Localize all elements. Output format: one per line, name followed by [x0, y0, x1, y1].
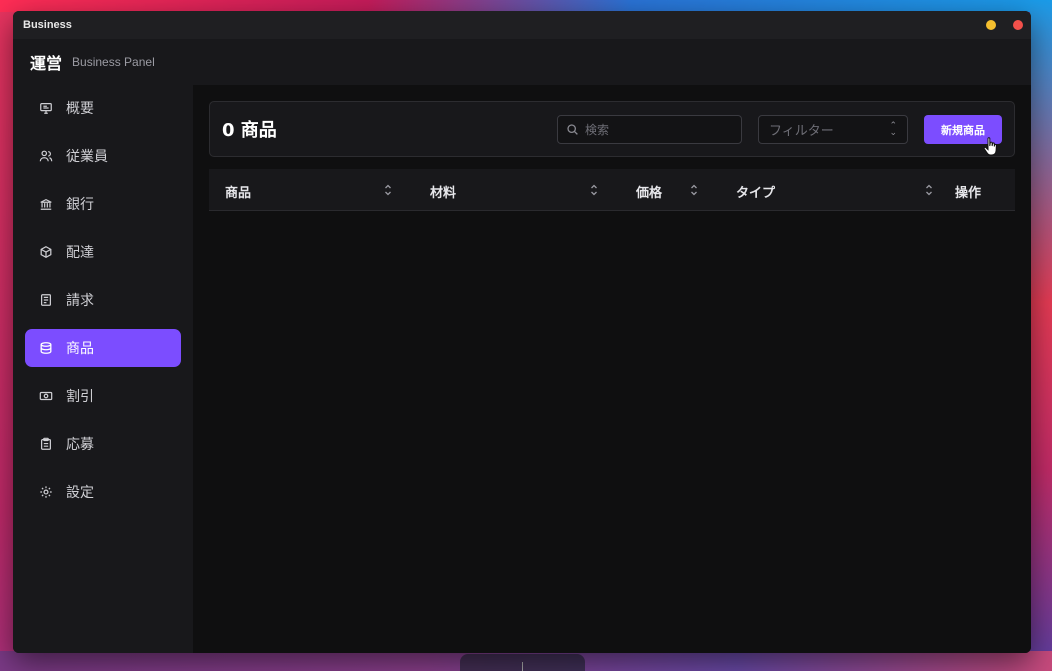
- column-header-type[interactable]: タイプ: [736, 182, 775, 201]
- app-header: 運営 Business Panel: [13, 39, 1031, 85]
- database-icon: [39, 341, 53, 355]
- product-count-title: 0 商品: [222, 120, 277, 141]
- sidebar-item-label: 割引: [66, 389, 94, 405]
- column-header-materials[interactable]: 材料: [430, 182, 456, 201]
- hand-cursor-icon: [983, 137, 997, 156]
- close-button[interactable]: [1013, 20, 1023, 30]
- clipboard-icon: [39, 437, 53, 451]
- sort-icon[interactable]: [590, 183, 598, 197]
- sidebar-item-label: 配達: [66, 245, 94, 261]
- window-controls: [986, 20, 1023, 30]
- package-icon: [39, 245, 53, 259]
- sidebar-item-employees[interactable]: 従業員: [25, 137, 181, 175]
- search-icon: [566, 123, 579, 136]
- sidebar-item-delivery[interactable]: 配達: [25, 233, 181, 271]
- sidebar-item-label: 銀行: [66, 197, 94, 213]
- users-icon: [39, 149, 53, 163]
- column-header-product[interactable]: 商品: [225, 182, 251, 201]
- sort-icon[interactable]: [690, 183, 698, 197]
- sidebar-item-bank[interactable]: 銀行: [25, 185, 181, 223]
- bank-icon: [39, 197, 53, 211]
- table-header: 商品 材料 価格 タイプ 操作: [209, 169, 1015, 211]
- sidebar-item-overview[interactable]: 概要: [25, 89, 181, 127]
- products-toolbar: 0 商品 フィルター ⌃⌄ 新規商品: [209, 101, 1015, 157]
- sidebar-item-billing[interactable]: 請求: [25, 281, 181, 319]
- filter-placeholder: フィルター: [769, 124, 834, 139]
- chevron-up-down-icon: ⌃ ⌄: [889, 121, 897, 138]
- sidebar-item-label: 従業員: [66, 149, 108, 165]
- column-header-price[interactable]: 価格: [636, 182, 662, 201]
- main-content: 0 商品 フィルター ⌃⌄ 新規商品 商品: [193, 85, 1031, 653]
- minimize-button[interactable]: [986, 20, 996, 30]
- sidebar-item-settings[interactable]: 設定: [25, 473, 181, 511]
- brand-subtitle: Business Panel: [72, 55, 155, 69]
- gear-icon: [39, 485, 53, 499]
- sidebar-item-label: 商品: [66, 341, 94, 357]
- receipt-icon: [39, 293, 53, 307]
- filter-select[interactable]: フィルター ⌃ ⌄: [758, 115, 908, 144]
- products-table: 商品 材料 価格 タイプ 操作: [209, 169, 1015, 211]
- titlebar[interactable]: Business: [13, 11, 1031, 39]
- monitor-icon: [39, 101, 53, 115]
- banknote-icon: [39, 389, 53, 403]
- app-window: Business 運営 Business Panel 概要 従業員 銀行 配達 …: [13, 11, 1031, 653]
- desktop-wallpaper-right: [1030, 0, 1052, 671]
- sidebar-item-label: 応募: [66, 437, 94, 453]
- sidebar: 概要 従業員 銀行 配達 請求 商品 割引 応募 設定: [13, 85, 193, 653]
- app-body: 概要 従業員 銀行 配達 請求 商品 割引 応募 設定 0 商品 検索 フィルタ…: [13, 85, 1031, 653]
- sidebar-item-discounts[interactable]: 割引: [25, 377, 181, 415]
- sort-icon[interactable]: [925, 183, 933, 197]
- sidebar-item-label: 概要: [66, 101, 94, 117]
- sidebar-item-label: 設定: [66, 485, 94, 501]
- sidebar-item-products[interactable]: 商品: [25, 329, 181, 367]
- sidebar-item-applications[interactable]: 応募: [25, 425, 181, 463]
- window-title: Business: [23, 19, 72, 31]
- brand-title: 運営: [30, 54, 63, 73]
- column-header-actions: 操作: [955, 186, 982, 201]
- search-box[interactable]: [557, 115, 742, 144]
- search-input[interactable]: [585, 122, 735, 137]
- sort-icon[interactable]: [384, 183, 392, 197]
- sidebar-item-label: 請求: [66, 293, 94, 309]
- dock-separator: [522, 662, 523, 671]
